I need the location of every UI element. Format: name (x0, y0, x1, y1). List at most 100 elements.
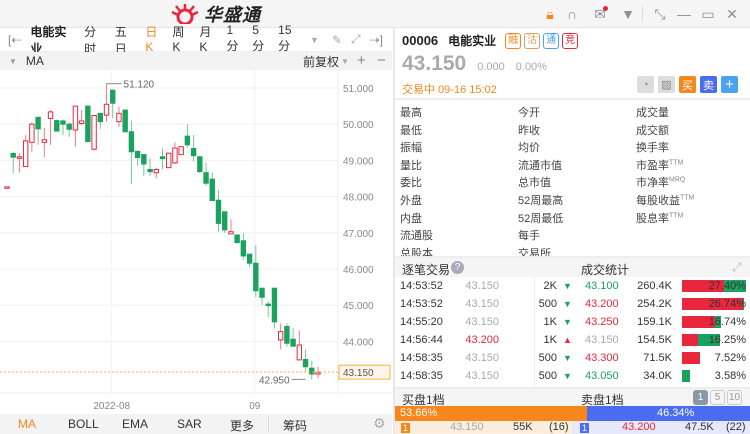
ask-level-row[interactable]: 1 43.200 47.5K (22) (572, 421, 750, 434)
stat-label: 流通股 (400, 230, 433, 243)
arrow-down-icon: ▼ (563, 353, 572, 363)
last-price: 43.150 (402, 52, 467, 75)
shrink-icon[interactable]: ⤡ (650, 4, 670, 24)
candle-body (234, 234, 240, 244)
headset-icon[interactable]: ∩ (562, 4, 582, 24)
candle-body (47, 111, 54, 119)
ask-volume: 47.5K (685, 421, 714, 433)
trade-price: 43.150 (465, 280, 499, 292)
trade-time: 14:53:52 (400, 280, 443, 292)
chevron-down-icon[interactable]: ▼ (341, 57, 349, 66)
candle-body (197, 156, 203, 173)
stat-label: 外盘 (400, 195, 422, 207)
trade-volume: 2K (543, 280, 557, 292)
trade-time: 14:55:20 (400, 316, 443, 328)
trade-price: 43.150 (465, 370, 499, 382)
chevron-down-icon[interactable]: ▼ (9, 57, 17, 66)
collapse-right-icon[interactable]: ⇢] (370, 33, 383, 47)
zoom-in-button[interactable]: + (357, 52, 366, 69)
indicator-label[interactable]: MA (26, 54, 44, 68)
candle-body (190, 147, 197, 157)
candle-body (203, 172, 209, 184)
depth-level-button[interactable]: 1 (693, 390, 708, 405)
candle-body (85, 105, 91, 143)
mail-icon[interactable]: ✉ (590, 4, 610, 24)
stat-label: 总市值 (518, 177, 551, 190)
trade-row: 14:58:35 43.150 500 ▼ 43.050 34.0K 3.58% (395, 367, 750, 385)
arrow-down-icon: ▼ (563, 371, 572, 381)
candlestick-chart[interactable]: 51.000 50.000 49.000 48.000 47.000 46.000 45.0… (0, 70, 392, 413)
trade-row: 14:55:20 43.150 1K ▼ 43.250 159.1K 16.74% (395, 313, 750, 331)
indicator-tab[interactable]: BOLL (68, 417, 99, 431)
chevron-down-icon[interactable]: ▼ (310, 35, 319, 45)
trade-row: 14:53:52 43.150 500 ▼ 43.200 254.2K 26.74% (395, 295, 750, 313)
stat-label: 昨收 (518, 124, 540, 137)
add-watchlist-button[interactable]: + (721, 76, 738, 93)
indicator-tab[interactable]: SAR (177, 417, 202, 431)
stat-label: 52周最高 (518, 195, 564, 207)
candle-body (265, 303, 271, 307)
arrow-down-icon: ▼ (563, 281, 572, 291)
level-badge: 1 (580, 423, 590, 433)
trade-volume: 500 (538, 370, 557, 382)
buy-button[interactable]: 买 (679, 76, 696, 93)
stat-label: 换手率 (636, 142, 669, 155)
buy-volume-bar (682, 334, 699, 346)
stat-label: 最高 (400, 107, 422, 119)
order-book-header: 买盘1档 卖盘1档 1 5 10 (395, 387, 750, 407)
stat-volume: 154.5K (637, 334, 672, 346)
bell-icon[interactable]: ◔ (637, 76, 654, 93)
stat-label: 股息率TTM (636, 211, 684, 225)
indicator-tab[interactable]: 更多 (230, 417, 254, 434)
market-badge: 通 (543, 33, 560, 49)
lock-icon[interactable]: 🔒︎ (540, 4, 560, 24)
note-icon[interactable]: ▨ (658, 76, 675, 93)
candle-body (22, 140, 29, 168)
candle-body (97, 112, 103, 123)
shirt-icon[interactable]: ▼ (618, 4, 638, 24)
settings-gear-icon[interactable]: ⚙ (373, 415, 386, 432)
indicator-row: ▼ MA 前复权 ▼ + − (0, 52, 392, 70)
trade-row: 14:56:44 43.200 1K ▲ 43.150 154.5K 16.25% (395, 331, 750, 349)
y-tick-label: 50.000 (343, 120, 374, 131)
collapse-left-icon[interactable]: [⇠ (8, 33, 21, 47)
indicator-tab[interactable]: MA (18, 417, 36, 431)
candle-body (29, 123, 35, 143)
candle-body (215, 199, 222, 224)
adjust-select[interactable]: 前复权 (303, 53, 339, 70)
expand-icon[interactable]: ⤢ (351, 32, 361, 47)
depth-level-button[interactable]: 5 (710, 390, 725, 405)
help-icon[interactable]: ? (451, 261, 464, 274)
candle-body (184, 135, 191, 146)
stat-price: 43.200 (585, 298, 619, 310)
bid-ask-ratio-bar: 53.66% 46.34% (395, 406, 750, 421)
trade-row: 14:58:35 43.150 500 ▼ 43.300 71.5K 7.52% (395, 349, 750, 367)
candle-body (153, 168, 159, 174)
minimize-icon[interactable]: — (674, 4, 694, 24)
chart-toolbar: [⇠ 电能实业 分时 五日 日K 周K 月K 1分 5分 15分 ▼ ✎ ⤢ ⇢] (0, 23, 392, 56)
depth-level-button[interactable]: 10 (727, 390, 743, 405)
close-icon[interactable]: ✕ (722, 4, 742, 24)
expand-icon[interactable]: ⤢ (732, 260, 742, 275)
maximize-icon[interactable]: ▭ (698, 4, 718, 24)
divider (268, 416, 269, 432)
y-tick-label: 47.000 (343, 229, 374, 240)
stat-label: 市盈率TTM (636, 159, 684, 172)
pencil-icon[interactable]: ✎ (332, 33, 342, 47)
price-change-pct: 0.00% (515, 61, 547, 73)
market-badge: 沽 (524, 33, 541, 49)
candle-body (290, 338, 296, 347)
arrow-up-icon: ▲ (563, 335, 572, 345)
zoom-out-button[interactable]: − (377, 52, 386, 69)
candle-body (54, 120, 60, 132)
sell-button[interactable]: 卖 (700, 76, 717, 93)
x-tick-label: 2022-08 (93, 401, 130, 412)
candle-body (296, 344, 303, 361)
indicator-tab[interactable]: EMA (122, 417, 148, 431)
stat-price: 43.050 (585, 370, 619, 382)
bid-level-row[interactable]: 1 43.150 55K (16) (395, 421, 572, 434)
indicator-tab[interactable]: 筹码 (283, 417, 307, 434)
trade-volume: 500 (538, 298, 557, 310)
divider (642, 6, 643, 22)
last-price-label: 43.150 (343, 368, 374, 379)
